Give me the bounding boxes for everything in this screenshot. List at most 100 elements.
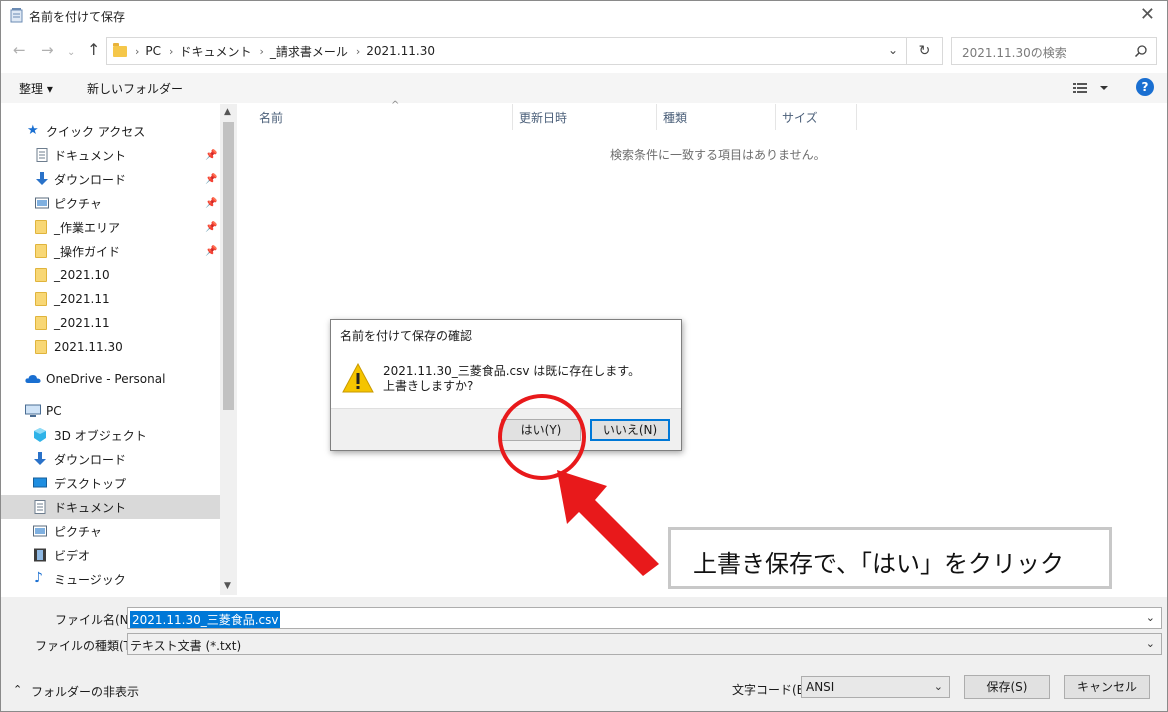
nav-label: _2021.11 (54, 292, 110, 306)
pin-icon: 📌 (205, 221, 218, 233)
column-header-type[interactable]: 種類 (657, 104, 776, 130)
nav-label: PC (46, 404, 62, 418)
cloud-icon (25, 375, 41, 383)
column-label: 種類 (663, 111, 688, 125)
search-input[interactable]: 2021.11.30の検索 (951, 37, 1157, 65)
pin-icon: 📌 (205, 173, 218, 185)
chevron-right-icon: › (169, 44, 174, 58)
computer-icon (25, 404, 41, 417)
breadcrumb-pc[interactable]: PC (145, 44, 161, 58)
pictures-icon (35, 197, 49, 209)
nav-desktop[interactable]: デスクトップ (1, 471, 220, 495)
encoding-value: ANSI (806, 680, 835, 694)
chevron-down-icon[interactable]: ⌄ (1146, 637, 1155, 650)
breadcrumb-invoice-mail[interactable]: _請求書メール (270, 43, 348, 60)
scroll-up-icon[interactable]: ▲ (224, 107, 231, 117)
download-arrow-icon (36, 172, 48, 185)
chevron-down-icon[interactable]: ⌄ (1146, 611, 1155, 624)
nav-label: _操作ガイド (54, 244, 121, 259)
nav-label: OneDrive - Personal (46, 372, 166, 386)
back-arrow-icon[interactable]: ← (13, 41, 26, 59)
nav-pc-downloads[interactable]: ダウンロード (1, 447, 220, 471)
chevron-right-icon: › (135, 44, 140, 58)
warning-icon (342, 363, 374, 393)
nav-item-work-area[interactable]: _作業エリア 📌 (1, 215, 220, 239)
breadcrumb-current-folder[interactable]: 2021.11.30 (366, 44, 435, 58)
chevron-right-icon: › (355, 44, 361, 58)
filename-input[interactable]: 2021.11.30_三菱食品.csv ⌄ (127, 607, 1162, 629)
nav-videos[interactable]: ビデオ (1, 543, 220, 567)
nav-label: ダウンロード (54, 172, 127, 187)
nav-label: 3D オブジェクト (54, 428, 147, 443)
film-icon (34, 548, 46, 562)
nav-label: ピクチャ (54, 196, 102, 211)
column-header-modified[interactable]: 更新日時 (513, 104, 657, 130)
empty-message: 検索条件に一致する項目はありません。 (610, 148, 826, 162)
column-header-size[interactable]: サイズ (776, 104, 857, 130)
forward-arrow-icon[interactable]: → (41, 41, 54, 59)
nav-label: _2021.10 (54, 268, 110, 282)
cancel-button[interactable]: キャンセル (1064, 675, 1150, 699)
new-folder-button[interactable]: 新しいフォルダー (87, 80, 183, 97)
nav-music[interactable]: ♪ ミュージック (1, 567, 220, 591)
nav-onedrive[interactable]: OneDrive - Personal (1, 367, 220, 391)
up-arrow-icon[interactable]: ↑ (87, 41, 100, 59)
sort-caret-icon: ^ (391, 100, 400, 111)
nav-item-2021-10[interactable]: _2021.10 (1, 263, 220, 287)
download-arrow-icon (34, 452, 46, 465)
nav-pc-documents[interactable]: ドキュメント (1, 495, 220, 519)
recent-dropdown-icon[interactable]: ⌄ (67, 44, 75, 62)
address-bar[interactable]: › PC › ドキュメント › _請求書メール › 2021.11.30 ⌄ (106, 37, 907, 65)
pin-icon: 📌 (205, 197, 218, 209)
window-title: 名前を付けて保存 (29, 10, 126, 24)
save-button[interactable]: 保存(S) (964, 675, 1050, 699)
column-header-name[interactable]: ^ 名前 (253, 100, 513, 130)
navigation-scrollbar[interactable]: ▲ ▼ (220, 104, 237, 595)
filename-label: ファイル名(N): (55, 613, 138, 627)
close-icon[interactable]: ✕ (1140, 5, 1155, 25)
folder-icon (113, 42, 127, 57)
hide-folders-button[interactable]: フォルダーの非表示 (31, 683, 139, 700)
desktop-icon (33, 477, 47, 488)
chevron-down-icon[interactable]: ⌄ (888, 43, 898, 57)
nav-item-2021-11-30[interactable]: 2021.11.30 (1, 335, 220, 359)
title-bar: 名前を付けて保存 ✕ (1, 1, 1167, 31)
organize-button[interactable]: 整理 ▾ (19, 80, 53, 97)
nav-item-downloads[interactable]: ダウンロード 📌 (1, 167, 220, 191)
help-icon[interactable]: ? (1136, 78, 1154, 96)
instruction-text: 上書き保存で、「はい」をクリック (693, 550, 1065, 578)
filetype-select[interactable]: テキスト文書 (*.txt) ⌄ (127, 633, 1162, 655)
address-row: ← → ⌄ ↑ › PC › ドキュメント › _請求書メール › 2021.1… (1, 35, 1167, 67)
column-label: 名前 (259, 111, 284, 125)
nav-label: ダウンロード (54, 452, 127, 467)
view-options-icon[interactable] (1072, 81, 1110, 95)
music-note-icon: ♪ (34, 570, 43, 586)
nav-label: ドキュメント (54, 148, 127, 163)
save-as-window: 名前を付けて保存 ✕ ← → ⌄ ↑ › PC › ドキュメント › _請求書メ… (0, 0, 1168, 712)
nav-item-documents[interactable]: ドキュメント 📌 (1, 143, 220, 167)
filetype-value: テキスト文書 (*.txt) (130, 639, 242, 653)
nav-pc[interactable]: PC (1, 399, 220, 423)
scroll-down-icon[interactable]: ▼ (224, 581, 231, 591)
no-button[interactable]: いいえ(N) (590, 419, 670, 441)
folder-icon (35, 340, 47, 354)
scrollbar-thumb[interactable] (223, 122, 234, 410)
nav-item-2021-11[interactable]: _2021.11 (1, 287, 220, 311)
filetype-label: ファイルの種類(T): (35, 639, 140, 653)
nav-label: クイック アクセス (46, 124, 146, 139)
nav-quick-access[interactable]: ★ クイック アクセス (1, 119, 220, 143)
nav-label: ピクチャ (54, 524, 102, 539)
nav-item-pictures[interactable]: ピクチャ 📌 (1, 191, 220, 215)
chevron-up-icon[interactable]: ⌃ (13, 683, 22, 696)
breadcrumb-documents[interactable]: ドキュメント (179, 43, 251, 60)
dialog-message-line1: 2021.11.30_三菱食品.csv は既に存在します。 (383, 364, 641, 378)
chevron-down-icon[interactable]: ⌄ (934, 680, 943, 693)
refresh-button[interactable]: ↻ (907, 37, 943, 65)
encoding-select[interactable]: ANSI ⌄ (801, 676, 950, 698)
notepad-icon (10, 8, 23, 23)
nav-item-guide[interactable]: _操作ガイド 📌 (1, 239, 220, 263)
nav-label: ミュージック (54, 572, 126, 587)
nav-item-2021-11-b[interactable]: _2021.11 (1, 311, 220, 335)
nav-pc-pictures[interactable]: ピクチャ (1, 519, 220, 543)
nav-3d-objects[interactable]: 3D オブジェクト (1, 423, 220, 447)
